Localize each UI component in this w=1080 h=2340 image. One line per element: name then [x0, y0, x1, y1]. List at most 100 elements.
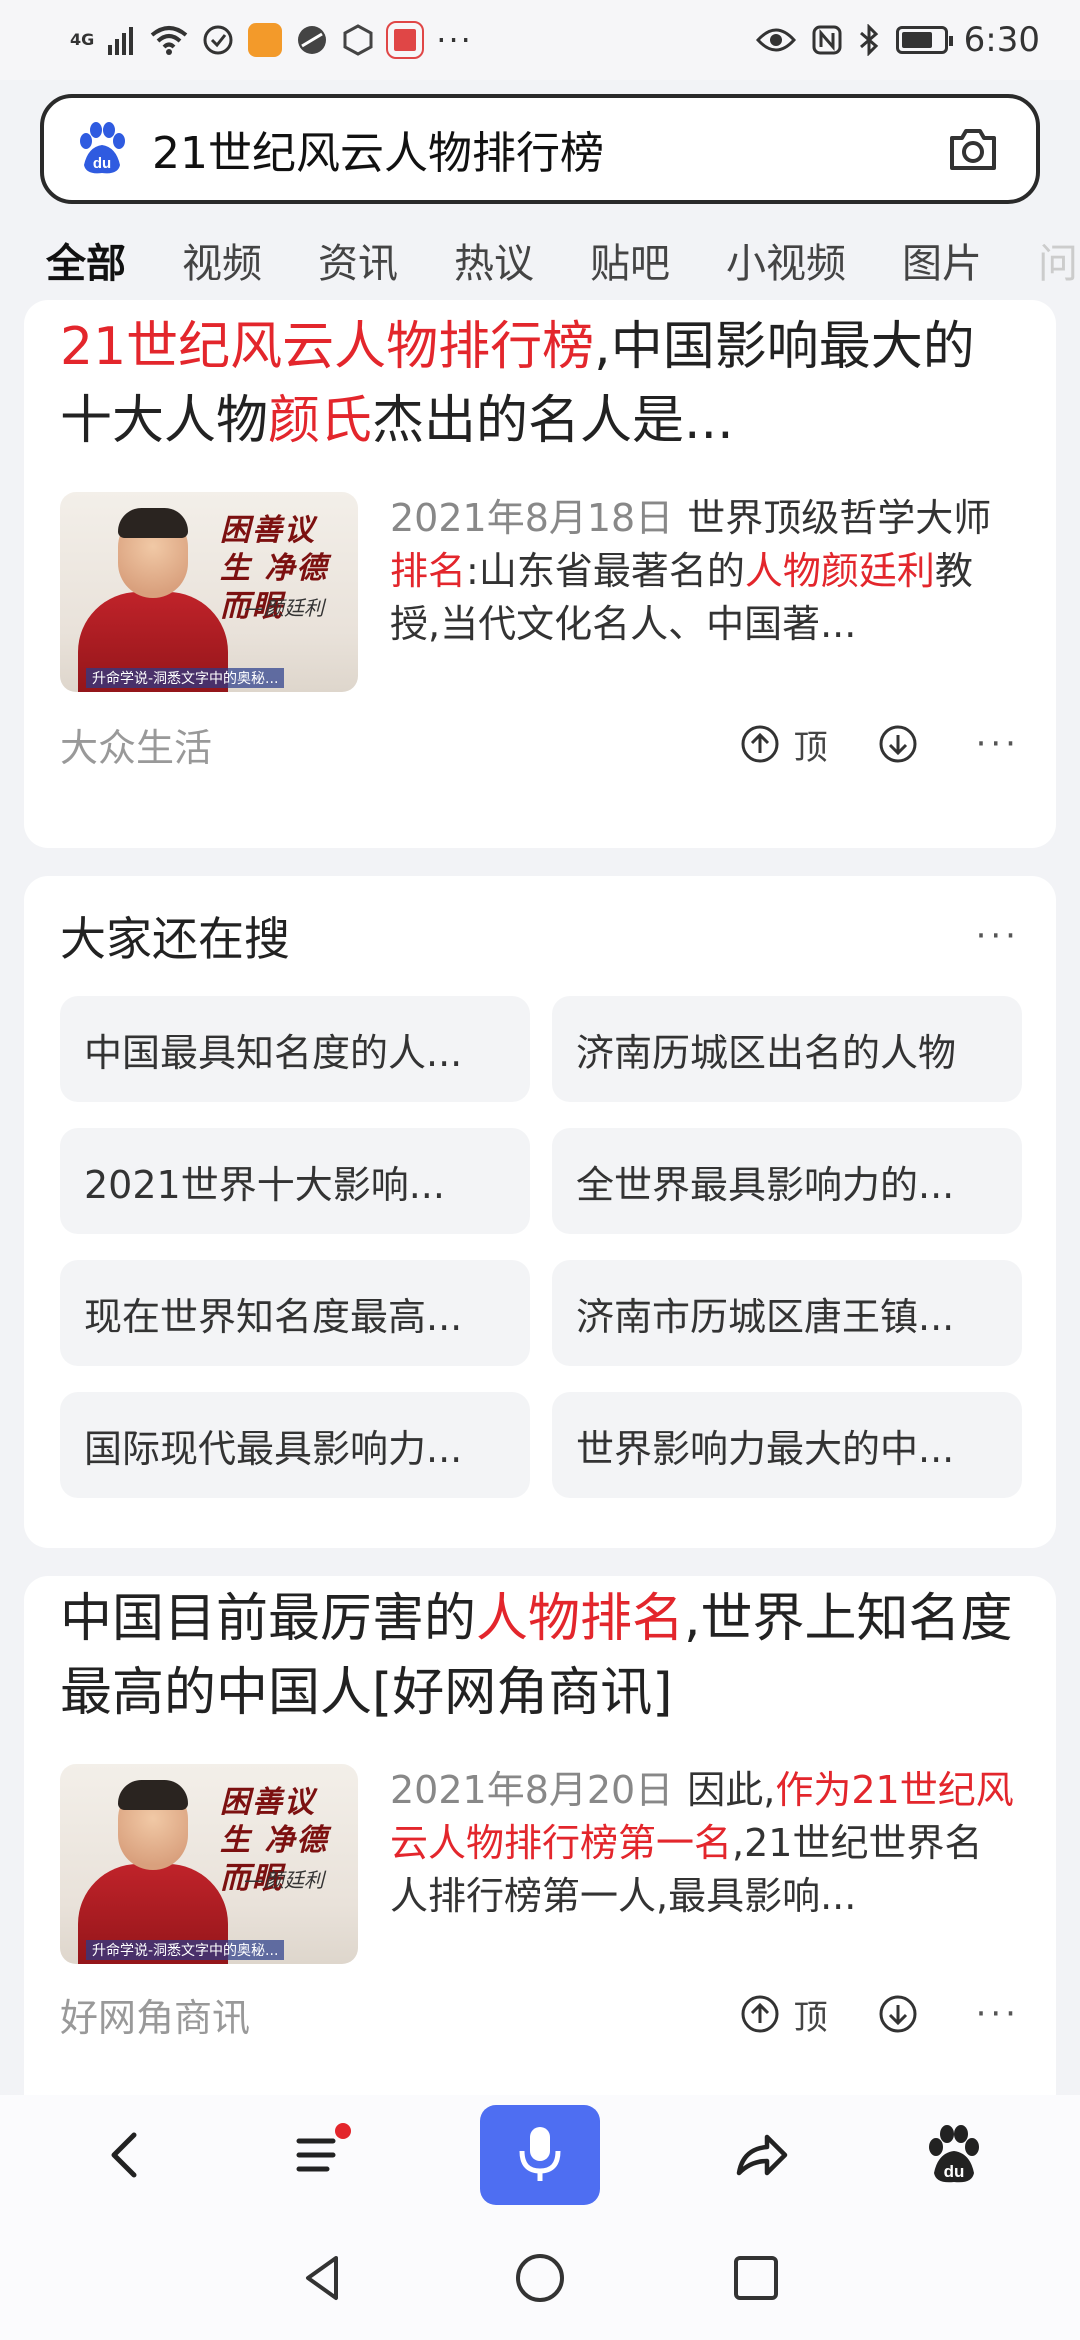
tab-news[interactable]: 资讯: [318, 231, 398, 289]
tab-all[interactable]: 全部: [46, 231, 126, 289]
result-footer: 好网角商讯 顶 ···: [24, 1964, 1056, 2064]
svg-text:du: du: [943, 2162, 964, 2181]
search-query[interactable]: 21世纪风云人物排行榜: [152, 117, 946, 181]
result-body: 困善议生 净德而眠 —颜廷利 升命学说-洞悉文字中的奥秘... 2021年8月2…: [24, 1764, 1056, 1964]
system-back-icon[interactable]: [296, 2250, 352, 2306]
title-text: 杰出的名人是...: [372, 391, 734, 451]
related-search-item[interactable]: 济南市历城区唐王镇...: [552, 1260, 1022, 1366]
app-red-icon: [386, 21, 425, 59]
related-searches-title: 大家还在搜: [60, 912, 290, 966]
svg-text:du: du: [93, 155, 111, 172]
down-arrow-icon[interactable]: [878, 1994, 918, 2034]
screen: 4G ··· 6:30 du 21世纪风云人物排行榜 全部 视频 资讯 热议 贴…: [0, 0, 1080, 2340]
title-highlight: 人物排名: [476, 1589, 685, 1649]
signal-icon: [108, 27, 134, 55]
app-round-icon: [298, 26, 327, 54]
tab-short-video[interactable]: 小视频: [726, 231, 846, 289]
menu-button[interactable]: [287, 2123, 352, 2187]
result-source[interactable]: 好网角商讯: [60, 1987, 740, 2042]
battery-icon: [895, 26, 953, 54]
bluetooth-icon: [859, 24, 878, 56]
system-recents-icon[interactable]: [728, 2250, 784, 2306]
notification-overflow: ···: [436, 21, 473, 59]
more-options-button[interactable]: ···: [976, 1994, 1020, 2034]
related-searches-grid: 中国最具知名度的人... 济南历城区出名的人物 2021世界十大影响... 全世…: [24, 996, 1056, 1498]
battery-level: [901, 32, 932, 48]
related-searches-card: 大家还在搜 ··· 中国最具知名度的人... 济南历城区出名的人物 2021世界…: [24, 876, 1056, 1548]
app-orange-icon: [248, 23, 283, 57]
related-more-button[interactable]: ···: [976, 916, 1020, 956]
portrait-hair: [118, 508, 188, 538]
title-highlight: 21世纪风云人物排行榜: [60, 317, 595, 377]
share-icon[interactable]: [729, 2123, 793, 2187]
more-options-button[interactable]: ···: [976, 724, 1020, 764]
title-text: 中国目前最厉害的: [60, 1589, 477, 1649]
snippet-text: :山东省最著名的: [466, 549, 745, 593]
thumbnail-caption: 升命学说-洞悉文字中的奥秘...: [86, 668, 285, 688]
snippet-text: 因此,: [687, 1768, 776, 1812]
upvote-button[interactable]: 顶: [740, 1990, 828, 2039]
result-body: 困善议生 净德而眠 —颜廷利 升命学说-洞悉文字中的奥秘... 2021年8月1…: [24, 492, 1056, 692]
thumbnail-caption: 升命学说-洞悉文字中的奥秘...: [86, 1940, 285, 1960]
search-tabs: 全部 视频 资讯 热议 贴吧 小视频 图片 问: [0, 220, 1080, 300]
portrait-hair: [118, 1780, 188, 1810]
result-title[interactable]: 中国目前最厉害的人物排名,世界上知名度最高的中国人[好网角商讯]: [24, 1582, 1056, 1730]
system-navigation-bar: [0, 2215, 1080, 2340]
baidu-paw-icon[interactable]: du: [922, 2123, 986, 2187]
result-thumbnail[interactable]: 困善议生 净德而眠 —颜廷利 升命学说-洞悉文字中的奥秘...: [60, 1764, 358, 1964]
result-footer: 大众生活 顶 ···: [24, 694, 1056, 794]
title-highlight: 颜氏: [268, 391, 373, 451]
result-card-2[interactable]: 中国目前最厉害的人物排名,世界上知名度最高的中国人[好网角商讯] 困善议生 净德…: [24, 1576, 1056, 2136]
down-arrow-icon[interactable]: [878, 724, 918, 764]
nfc-icon: [812, 25, 842, 55]
related-searches-header: 大家还在搜 ···: [24, 876, 1056, 996]
snippet-text: 世界顶级哲学大师: [687, 496, 992, 540]
up-arrow-icon: [741, 725, 779, 763]
related-search-item[interactable]: 济南历城区出名的人物: [552, 996, 1022, 1102]
app-hex-icon: [343, 24, 373, 56]
result-title[interactable]: 21世纪风云人物排行榜,中国影响最大的十大人物颜氏杰出的名人是...: [24, 310, 1056, 458]
mic-icon: [519, 2127, 561, 2181]
network-type: 4G: [70, 30, 95, 49]
system-home-icon[interactable]: [512, 2250, 568, 2306]
tab-video[interactable]: 视频: [182, 231, 262, 289]
voice-search-button[interactable]: [479, 2105, 600, 2205]
result-thumbnail[interactable]: 困善议生 净德而眠 —颜廷利 升命学说-洞悉文字中的奥秘...: [60, 492, 358, 692]
bottom-toolbar: du: [0, 2095, 1080, 2215]
related-search-item[interactable]: 2021世界十大影响...: [60, 1128, 530, 1234]
snippet-highlight: 人物颜廷利: [744, 549, 935, 593]
upvote-label: 顶: [793, 727, 828, 768]
result-card-1[interactable]: 21世纪风云人物排行榜,中国影响最大的十大人物颜氏杰出的名人是... 困善议生 …: [24, 300, 1056, 848]
result-date: 2021年8月18日: [390, 496, 674, 540]
calligraphy-signature: —颜廷利: [244, 1868, 324, 1892]
tab-qa[interactable]: 问: [1038, 231, 1078, 289]
related-search-item[interactable]: 全世界最具影响力的...: [552, 1128, 1022, 1234]
related-search-item[interactable]: 中国最具知名度的人...: [60, 996, 530, 1102]
wifi-icon: [150, 26, 188, 55]
related-search-item[interactable]: 国际现代最具影响力...: [60, 1392, 530, 1498]
search-box[interactable]: du 21世纪风云人物排行榜: [40, 94, 1040, 204]
calligraphy-signature: —颜廷利: [244, 596, 324, 620]
up-arrow-icon: [741, 1995, 779, 2033]
clock: 6:30: [963, 20, 1040, 60]
result-source[interactable]: 大众生活: [60, 717, 740, 772]
status-bar: 4G ··· 6:30: [0, 0, 1080, 80]
tab-images[interactable]: 图片: [902, 231, 982, 289]
baidu-logo-icon: du: [80, 122, 125, 174]
eye-icon: [755, 28, 796, 52]
related-search-item[interactable]: 世界影响力最大的中...: [552, 1392, 1022, 1498]
camera-search-icon[interactable]: [946, 122, 1000, 176]
upvote-label: 顶: [793, 1997, 828, 2038]
tab-discussion[interactable]: 热议: [454, 231, 534, 289]
related-search-item[interactable]: 现在世界知名度最高...: [60, 1260, 530, 1366]
result-snippet: 2021年8月20日 因此,作为21世纪风云人物排行榜第一名,21世纪世界名人排行…: [390, 1764, 1020, 1923]
status-bar-left: 4G ···: [70, 21, 473, 59]
vpn-icon: [203, 25, 233, 55]
tab-tieba[interactable]: 贴吧: [590, 231, 670, 289]
back-icon[interactable]: [94, 2123, 158, 2187]
upvote-button[interactable]: 顶: [740, 720, 828, 769]
snippet-highlight: 排名: [390, 549, 467, 593]
status-bar-right: 6:30: [755, 20, 1040, 60]
result-date: 2021年8月20日: [390, 1768, 674, 1812]
result-snippet: 2021年8月18日 世界顶级哲学大师排名:山东省最著名的人物颜廷利教授,当代文化…: [390, 492, 1020, 651]
